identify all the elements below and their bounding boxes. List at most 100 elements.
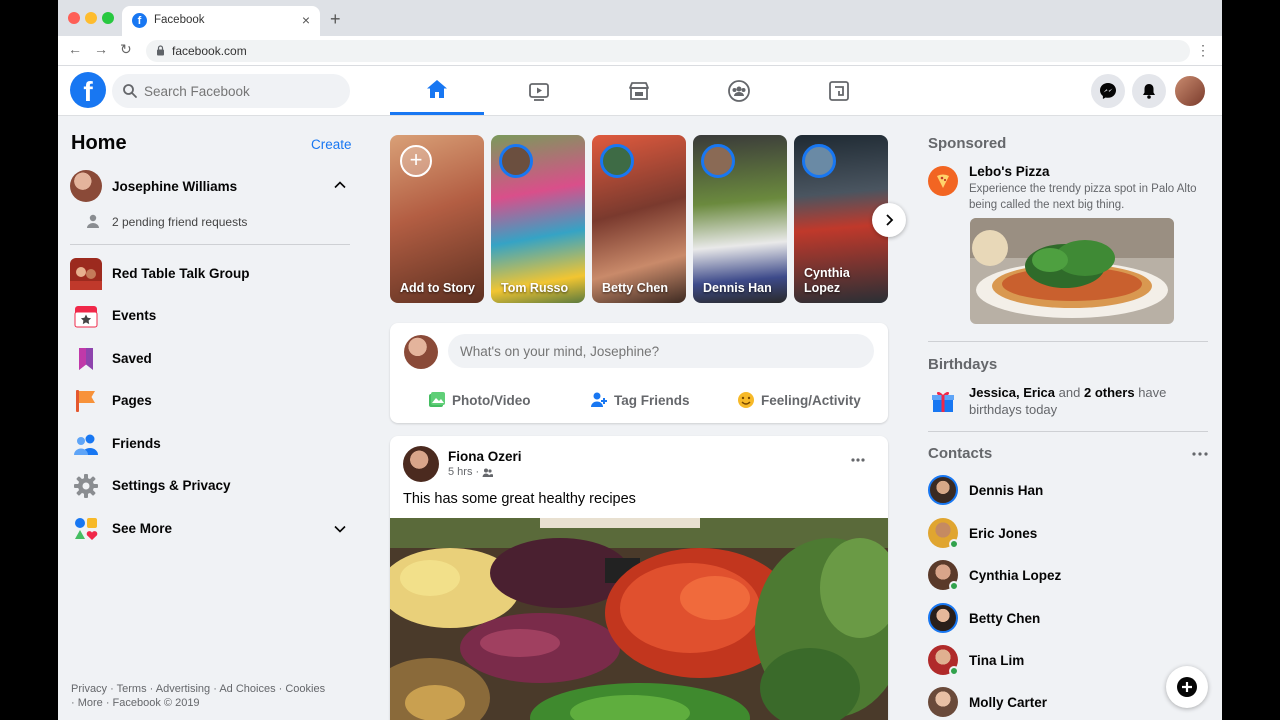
friends-icon [70,428,102,460]
bookmark-icon [70,343,102,375]
new-message-button[interactable] [1166,666,1208,708]
address-bar: ← → ↻ facebook.com ⋮ [58,36,1222,66]
maximize-window-button[interactable] [102,12,114,24]
story-avatar [499,144,533,178]
add-story-plus-icon[interactable]: + [400,145,432,177]
tab-gaming[interactable] [792,66,886,115]
watch-video-icon [529,82,549,101]
story-name: Betty Chen [602,281,668,295]
story-name: Cynthia Lopez [804,266,850,295]
stories-tray: + Add to Story Tom Russo Betty Chen Denn… [390,135,906,303]
sidebar-user-row[interactable]: Josephine Williams [70,170,356,202]
chevron-right-icon [886,214,894,226]
post-author[interactable]: Fiona Ozeri [448,449,522,464]
sidebar-item-label: Red Table Talk Group [112,266,250,281]
groups-icon [728,79,750,102]
sponsor-description: Experience the trendy pizza spot in Palo… [969,183,1197,211]
pizza-logo-icon[interactable] [928,166,958,196]
contact-name: Cynthia Lopez [969,568,1062,583]
facebook-logo-icon[interactable]: f [70,72,106,108]
sponsor-name[interactable]: Lebo's Pizza [969,164,1049,179]
contact-item[interactable]: Dennis Han [928,475,1208,507]
sidebar-item-events[interactable]: Events [70,298,356,334]
sidebar-item-label: Friends [112,436,161,451]
notifications-button[interactable] [1132,74,1166,108]
left-sidebar: Home Create Josephine Williams 2 pending… [58,116,364,720]
chevron-down-icon[interactable] [333,522,347,536]
tag-friends-button[interactable]: Tag Friends [590,383,690,417]
sidebar-item-label: Saved [112,351,152,366]
create-link[interactable]: Create [311,137,352,152]
contact-item[interactable]: Cynthia Lopez [928,560,1208,592]
tab-watch[interactable] [492,66,586,115]
right-divider [928,341,1208,342]
footer-line: · More · Facebook © 2019 [71,697,200,709]
profile-avatar[interactable] [1173,74,1207,108]
user-name: Josephine Williams [112,179,238,194]
photo-icon [429,392,445,407]
contact-avatar [928,475,958,505]
status-input[interactable] [448,334,874,368]
birthday-others: 2 others [1083,385,1135,400]
search-input[interactable] [144,74,344,108]
sidebar-item-friends[interactable]: Friends [70,426,356,462]
new-tab-icon[interactable]: + [330,9,341,30]
online-status-indicator [949,666,959,676]
contact-name: Eric Jones [969,526,1038,541]
forward-arrow-icon[interactable]: → [94,41,108,57]
story-card[interactable]: Tom Russo [491,135,585,303]
birthday-names: Jessica, Erica [969,385,1056,400]
close-window-button[interactable] [68,12,80,24]
birthday-text[interactable]: Jessica, Erica and 2 others have birthda… [969,384,1199,418]
sidebar-divider [70,244,350,245]
composer-actions: Photo/Video Tag Friends Feeling/Activity [390,383,888,417]
search-box[interactable] [112,74,350,108]
post-image[interactable] [390,518,888,720]
story-card[interactable]: Betty Chen [592,135,686,303]
back-arrow-icon[interactable]: ← [68,41,82,57]
browser-tab[interactable]: f Facebook × [122,6,320,36]
reload-icon[interactable]: ↻ [120,41,132,58]
browser-window: f Facebook × + ← → ↻ facebook.com ⋮ f Se… [58,0,1222,720]
sidebar-item-pages[interactable]: Pages [70,383,356,419]
url-field[interactable]: facebook.com [146,40,1190,62]
sidebar-item-saved[interactable]: Saved [70,341,356,377]
browser-menu-icon[interactable]: ⋮ [1196,42,1210,59]
story-card[interactable]: + Add to Story [390,135,484,303]
stories-next-button[interactable] [872,203,906,237]
contact-item[interactable]: Tina Lim [928,645,1208,677]
news-feed: + Add to Story Tom Russo Betty Chen Denn… [390,116,906,720]
sponsor-image[interactable] [970,218,1174,324]
tab-groups[interactable] [692,66,786,115]
gear-icon [70,470,102,502]
right-sidebar: Sponsored Lebo's Pizza Experience the tr… [916,116,1222,720]
plus-circle-icon [1177,677,1197,697]
feeling-activity-button[interactable]: Feeling/Activity [737,383,861,417]
sidebar-item-red-table-talk[interactable]: Red Table Talk Group [70,256,356,292]
post-author-avatar[interactable] [403,446,439,482]
more-options-icon[interactable] [1190,446,1210,462]
post-time[interactable]: 5 hrs [448,466,472,478]
more-options-icon[interactable] [850,452,866,468]
contact-name: Tina Lim [969,653,1025,668]
minimize-window-button[interactable] [85,12,97,24]
footer-links[interactable]: Privacy · Terms · Advertising · Ad Choic… [71,682,351,710]
story-card[interactable]: Dennis Han [693,135,787,303]
tab-close-icon[interactable]: × [302,12,310,28]
sidebar-item-label: Settings & Privacy [112,478,231,493]
tab-marketplace[interactable] [592,66,686,115]
friends-audience-icon [482,468,494,477]
tab-title: Facebook [154,14,205,26]
marketplace-icon [629,81,649,100]
tab-home[interactable] [390,66,484,115]
contacts-title: Contacts [928,445,993,462]
messenger-button[interactable] [1091,74,1125,108]
lock-icon [157,45,164,56]
sidebar-item-settings[interactable]: Settings & Privacy [70,468,356,504]
contact-item[interactable]: Eric Jones [928,518,1208,550]
sidebar-item-see-more[interactable]: See More [70,511,356,547]
chevron-up-icon[interactable] [333,178,347,192]
sidebar-title: Home [71,132,127,154]
photo-video-button[interactable]: Photo/Video [428,383,531,417]
contact-item[interactable]: Betty Chen [928,603,1208,635]
